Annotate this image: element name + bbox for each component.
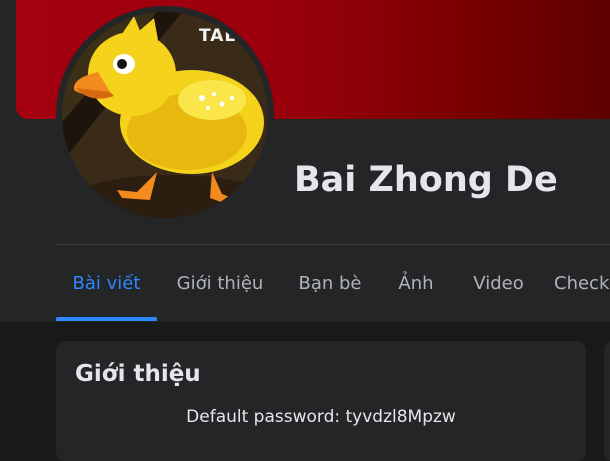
- tab-about-label: Giới thiệu: [176, 272, 264, 294]
- profile-picture[interactable]: TALO: [56, 6, 274, 224]
- profile-name: Bai Zhong De: [294, 160, 558, 200]
- tab-photos-label: Ảnh: [398, 272, 434, 294]
- avatar-logo-text: TALO: [199, 26, 252, 46]
- side-card: [604, 341, 610, 461]
- tab-friends[interactable]: Bạn bè: [288, 245, 372, 321]
- tab-posts-label: Bài viết: [72, 272, 141, 294]
- tab-videos[interactable]: Video: [461, 245, 536, 321]
- intro-card: Giới thiệu Default password: tyvdzl8Mpzw: [56, 341, 586, 461]
- tab-about[interactable]: Giới thiệu: [165, 245, 275, 321]
- intro-title: Giới thiệu: [75, 361, 201, 387]
- active-tab-indicator: [56, 317, 157, 321]
- intro-bio: Default password: tyvdzl8Mpzw: [186, 407, 456, 427]
- tab-photos[interactable]: Ảnh: [389, 245, 443, 321]
- avatar[interactable]: TALO: [62, 12, 268, 218]
- profile-header: TALO Bai Zhong De Bài viết Giới thiệu Bạ…: [0, 0, 610, 322]
- tab-videos-label: Video: [473, 272, 524, 294]
- tab-check-ins[interactable]: Check: [554, 245, 610, 321]
- tab-posts[interactable]: Bài viết: [56, 245, 157, 321]
- tab-friends-label: Bạn bè: [298, 272, 362, 294]
- profile-tabs: Bài viết Giới thiệu Bạn bè Ảnh Video Che…: [56, 245, 610, 321]
- tab-check-ins-label: Check: [554, 272, 610, 294]
